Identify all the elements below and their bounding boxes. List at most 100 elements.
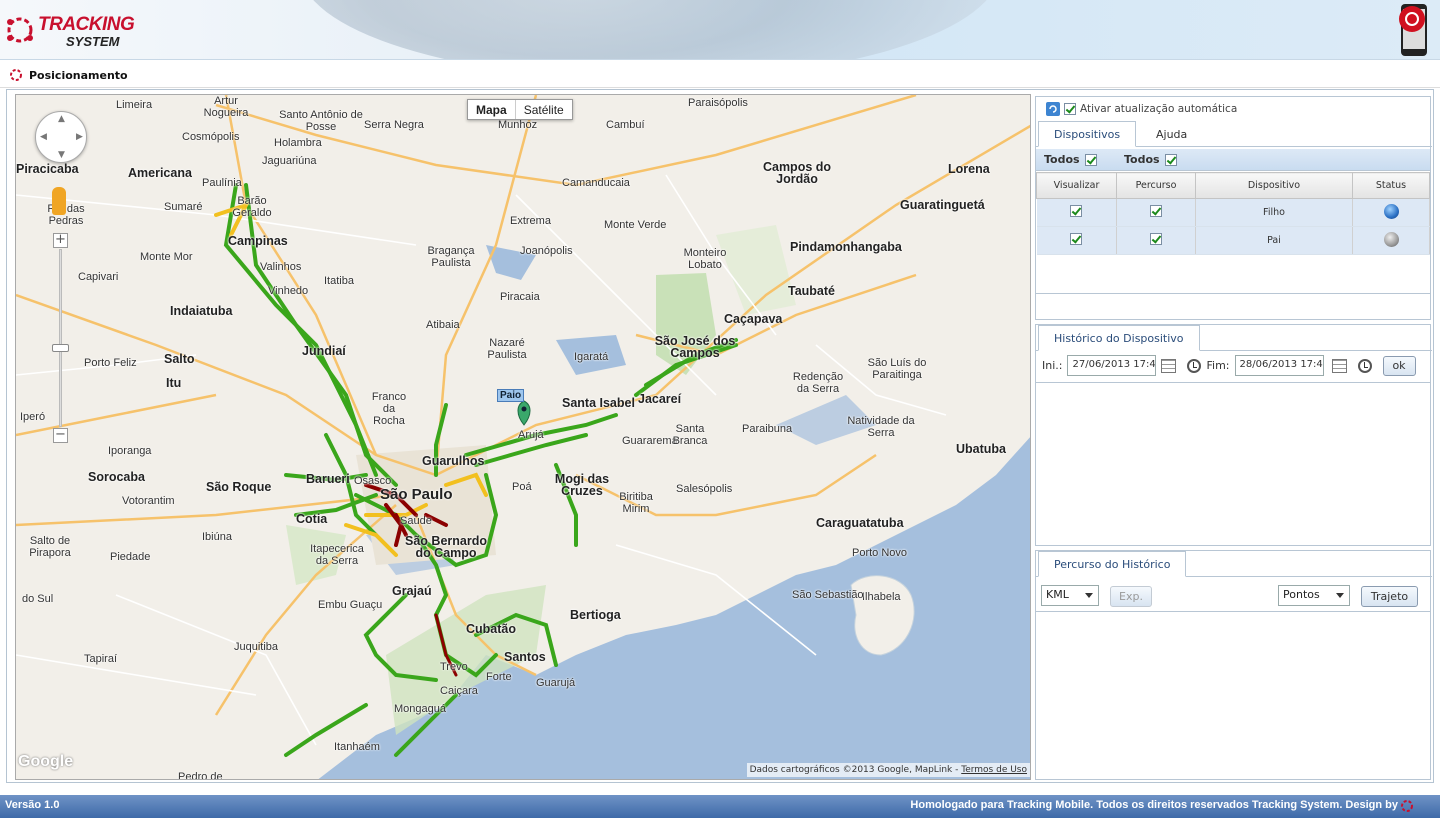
map-label-bertioga: Bertioga	[570, 608, 621, 622]
device-pin-label[interactable]: Paio	[497, 389, 525, 402]
google-logo: Google	[18, 753, 74, 770]
map-label-campinas: Campinas	[228, 234, 288, 248]
map-label-santo-antonio-de-posse: Santo Antônio de Posse	[279, 109, 363, 133]
auto-update-checkbox[interactable]	[1064, 103, 1076, 115]
map-label-ipero: Iperó	[20, 411, 46, 423]
route-results	[1036, 611, 1430, 779]
map-label-atibaia: Atibaia	[426, 319, 460, 331]
pan-control[interactable]: ▲ ▼ ◀ ▶	[35, 111, 87, 163]
rights-text: Homologado para Tracking Mobile. Todos o…	[910, 799, 1398, 811]
ok-button[interactable]: ok	[1382, 355, 1416, 376]
select-all-visualizar: Todos	[1044, 153, 1097, 166]
map-label-artur-nogueira: Artur Nogueira	[203, 95, 249, 119]
logo-text-system: SYSTEM	[66, 34, 120, 49]
row-status-cell	[1352, 226, 1430, 255]
map-label-natividade-da-serra: Natividade da Serra	[847, 415, 915, 439]
map-label-guaruja: Guarujá	[536, 677, 576, 689]
row-percurso-cell	[1116, 226, 1196, 255]
map-label-itapecerica-da-serra: Itapecerica da Serra	[310, 543, 364, 567]
map-label-osasco: Osasco	[354, 475, 392, 487]
map-label-salesopolis: Salesópolis	[676, 483, 733, 495]
street-view-pegman-icon[interactable]	[52, 187, 66, 215]
ini-label: Ini.:	[1042, 359, 1063, 372]
tab-ajuda[interactable]: Ajuda	[1140, 121, 1203, 147]
map-label-joanopolis: Joanópolis	[520, 245, 573, 257]
zoom-out-button[interactable]: −	[53, 428, 68, 443]
map-label-sumare: Sumaré	[164, 201, 203, 213]
fim-calendar-icon[interactable]	[1331, 358, 1347, 373]
history-card: Histórico do Dispositivo Ini.: 27/06/201…	[1035, 324, 1432, 546]
map-label-ibiuna: Ibiúna	[202, 531, 232, 543]
table-row[interactable]: Pai	[1036, 226, 1430, 255]
app-footer: Versão 1.0 Homologado para Tracking Mobi…	[0, 795, 1440, 818]
map-label-itatiba: Itatiba	[324, 275, 354, 287]
map-label-extrema: Extrema	[510, 215, 551, 227]
map-label-holambra: Holambra	[274, 137, 322, 149]
zoom-slider-handle[interactable]	[52, 344, 69, 352]
fim-date-input[interactable]: 28/06/2013 17:45	[1234, 355, 1324, 376]
fim-clock-icon[interactable]	[1357, 358, 1372, 373]
route-card: Percurso do Histórico KML Exp. Pontos Tr…	[1035, 550, 1432, 780]
col-visualizar[interactable]: Visualizar	[1036, 172, 1117, 199]
map-label-sao-luis-do-paraitinga: São Luís do Paraitinga	[867, 357, 927, 381]
side-panel: Ativar atualização automática Dispositiv…	[1035, 96, 1432, 780]
export-button[interactable]: Exp.	[1110, 586, 1152, 607]
col-percurso[interactable]: Percurso	[1116, 172, 1196, 199]
tracking-system-logo: TRACKING SYSTEM	[2, 8, 135, 52]
map-label-cubatao: Cubatão	[466, 622, 516, 636]
map-label-iporanga: Iporanga	[108, 445, 152, 457]
percurso-checkbox[interactable]	[1150, 205, 1162, 217]
map-label-ubatuba: Ubatuba	[956, 442, 1006, 456]
zoom-in-button[interactable]: +	[53, 233, 68, 248]
pan-right-icon[interactable]: ▶	[76, 132, 83, 142]
map-label-santa-isabel: Santa Isabel	[562, 396, 635, 410]
logo-text-tracking: TRACKING	[38, 14, 135, 35]
devices-tabs: Dispositivos Ajuda	[1036, 121, 1432, 147]
col-dispositivo[interactable]: Dispositivo	[1195, 172, 1353, 199]
map-label-guaratingueta: Guaratinguetá	[900, 198, 985, 212]
map-label-paraisopolis: Paraisópolis	[688, 97, 748, 109]
percurso-checkbox[interactable]	[1150, 233, 1162, 245]
terms-link[interactable]: Termos de Uso	[961, 765, 1027, 775]
pan-left-icon[interactable]: ◀	[40, 132, 47, 142]
ini-calendar-icon[interactable]	[1161, 358, 1177, 373]
visualizar-checkbox[interactable]	[1070, 233, 1083, 245]
map-label-sao-paulo: São Paulo	[380, 486, 453, 503]
map-label-sao-jose-dos-campos: São José dos Campos	[654, 334, 736, 360]
map-type-satelite[interactable]: Satélite	[516, 100, 572, 119]
tab-percurso-do-historico[interactable]: Percurso do Histórico	[1038, 551, 1187, 577]
map-credit-text: Dados cartográficos ©2013 Google, MapLin…	[749, 765, 959, 775]
col-status[interactable]: Status	[1352, 172, 1430, 199]
table-row[interactable]: Filho	[1036, 198, 1430, 227]
select-all-visualizar-checkbox[interactable]	[1084, 153, 1097, 166]
select-all-percurso-checkbox[interactable]	[1164, 153, 1177, 166]
map-label-monte-mor: Monte Mor	[140, 251, 193, 263]
map-canvas[interactable]: Limeira Artur Nogueira Santo Antônio de …	[15, 94, 1031, 780]
designer-logo-icon[interactable]	[1400, 799, 1414, 813]
tab-historico-do-dispositivo[interactable]: Histórico do Dispositivo	[1038, 325, 1200, 351]
tab-dispositivos[interactable]: Dispositivos	[1038, 121, 1137, 147]
map-label-sao-sebastiao: São Sebastião	[792, 589, 864, 601]
ini-date-input[interactable]: 27/06/2013 17:45	[1067, 355, 1157, 376]
map-type-control: Mapa Satélite	[467, 99, 573, 120]
map-type-mapa[interactable]: Mapa	[468, 100, 516, 119]
map-label-poa: Poá	[512, 481, 532, 493]
page-title: Posicionamento	[29, 69, 128, 82]
visualizar-checkbox[interactable]	[1070, 205, 1083, 217]
select-all-percurso: Todos	[1124, 153, 1177, 166]
map-label-embu-guacu: Embu Guaçu	[318, 599, 383, 611]
mobile-app-icon[interactable]	[1392, 3, 1432, 57]
map-label-sao-bernardo-do-campo: São Bernardo do Campo	[405, 534, 487, 560]
pan-down-icon[interactable]: ▼	[58, 150, 65, 160]
map-label-indaiatuba: Indaiatuba	[170, 304, 233, 318]
trajeto-button[interactable]: Trajeto	[1361, 586, 1418, 607]
app-header: TRACKING SYSTEM	[0, 0, 1440, 60]
zoom-slider-track[interactable]	[59, 249, 62, 427]
pan-up-icon[interactable]: ▲	[58, 114, 65, 124]
version-text: Versão 1.0	[5, 799, 60, 811]
map-label-piedade: Piedade	[110, 551, 151, 563]
mode-select[interactable]: Pontos	[1278, 585, 1350, 606]
format-select[interactable]: KML	[1041, 585, 1099, 606]
status-online-icon	[1383, 203, 1399, 219]
ini-clock-icon[interactable]	[1187, 358, 1202, 373]
